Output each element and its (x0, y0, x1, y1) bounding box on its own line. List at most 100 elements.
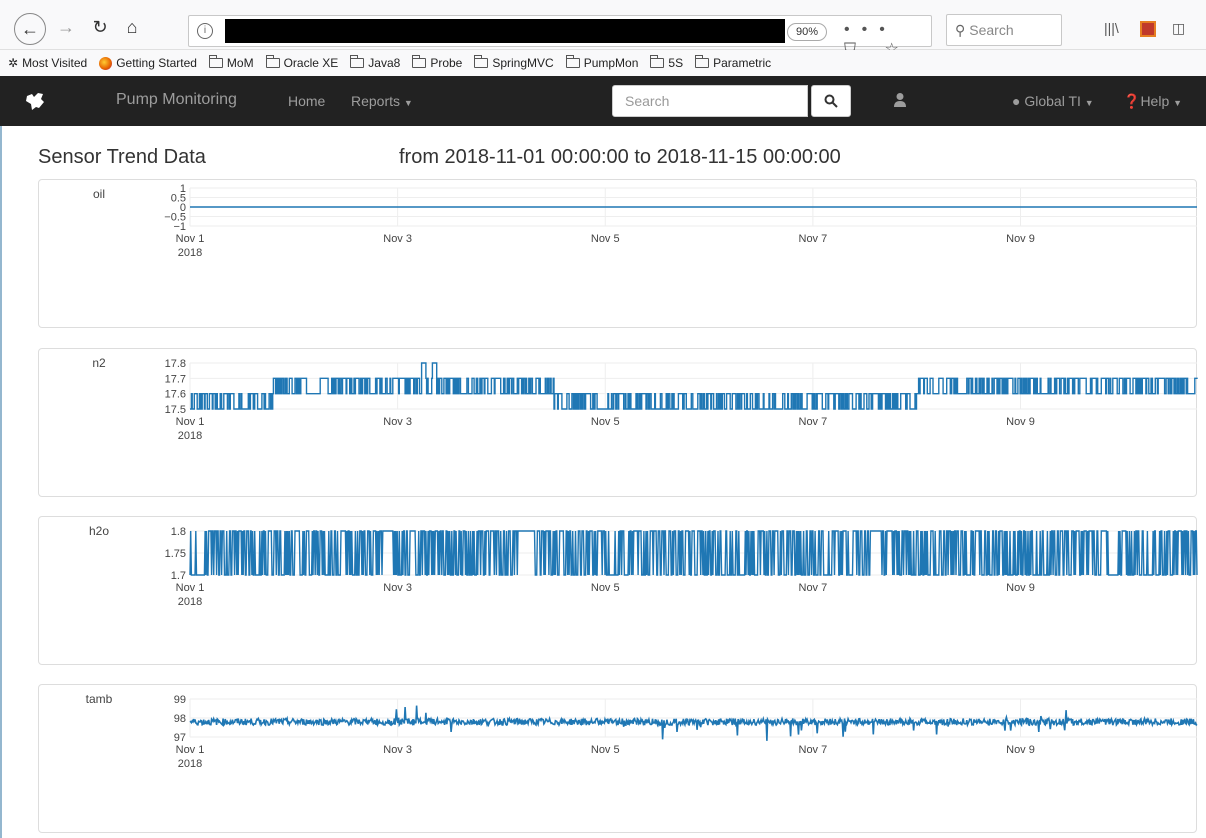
bookmark-java8[interactable]: Java8 (350, 55, 400, 70)
y-tick-label: 1.7 (171, 570, 186, 582)
x-tick-label: Nov 5 (591, 582, 620, 594)
bookmark-5s[interactable]: 5S (650, 55, 683, 70)
series-name: n2 (92, 356, 106, 370)
x-tick-label: Nov 1 (176, 416, 205, 428)
folder-icon (695, 55, 710, 68)
folder-icon (474, 55, 489, 68)
x-tick-label: Nov 1 (176, 582, 205, 594)
library-icon[interactable]: |||\ (1104, 20, 1119, 36)
h2o-chart[interactable]: h2o 1.8 1.75 1.7Nov 1 Nov 3 Nov 5 Nov 7 Nov 9 20… (39, 517, 1198, 666)
series-line-n2[interactable] (190, 362, 1198, 410)
bookmark-springmvc[interactable]: SpringMVC (474, 55, 554, 70)
x-tick-year: 2018 (178, 247, 202, 259)
x-tick-label: Nov 3 (383, 582, 412, 594)
x-tick-label: Nov 7 (799, 744, 828, 756)
y-tick-label: 17.7 (165, 373, 186, 385)
x-tick-label: Nov 9 (1006, 416, 1035, 428)
n2-chart[interactable]: n2 17.8 17.7 17.6 17.5Nov 1 Nov 3 Nov 5 Nov 7 No… (39, 349, 1198, 498)
series-name: h2o (89, 524, 109, 538)
nav-home-link[interactable]: Home (288, 93, 325, 109)
app-navbar: Pump Monitoring Home Reports ▼ Search ● … (0, 76, 1206, 126)
globe-icon: ● (1012, 93, 1021, 109)
tamb-chart[interactable]: tamb 99 98 97Nov 1 Nov 3 Nov 5 Nov 7 Nov 9 2018 (39, 685, 1198, 834)
browser-search-placeholder: Search (969, 22, 1014, 38)
extension-icon[interactable] (1140, 21, 1156, 37)
folder-icon (208, 55, 223, 68)
chart-panel-h2o: h2o 1.8 1.75 1.7 Nov 1 Nov 3 Nov 5 Nov 7 Nov 9 20… (38, 516, 1198, 666)
series-name: oil (93, 187, 105, 201)
home-icon: ⌂ (126, 16, 138, 37)
app-brand[interactable]: Pump Monitoring (116, 91, 237, 109)
search-icon: ⚲ (955, 22, 966, 38)
x-tick-label: Nov 9 (1006, 233, 1035, 245)
app-search-input[interactable]: Search (612, 85, 808, 117)
caret-down-icon: ▼ (1084, 98, 1094, 108)
x-tick-label: Nov 7 (799, 416, 828, 428)
arrow-left-icon: ← (21, 18, 39, 39)
series-name: tamb (86, 692, 113, 706)
bookmarks-bar: ✲ Most Visited Getting Started MoM Oracle… (0, 50, 1206, 76)
folder-icon (350, 55, 365, 68)
x-tick-label: Nov 7 (799, 233, 828, 245)
more-icon[interactable]: ••• (844, 21, 897, 38)
caret-down-icon: ▼ (1173, 98, 1183, 108)
bookmark-most-visited[interactable]: ✲ Most Visited (8, 56, 87, 70)
x-tick-label: Nov 9 (1006, 744, 1035, 756)
browser-toolbar: ← → ↻ ⌂ i 90% ••• ⛉ ☆ ⚲Search |||\ ◫ (0, 0, 1206, 58)
x-tick-label: Nov 5 (591, 233, 620, 245)
home-button[interactable]: ⌂ (118, 13, 146, 41)
y-tick-label: 1.75 (165, 548, 186, 560)
bookmark-getting-started[interactable]: Getting Started (99, 56, 197, 70)
x-tick-label: Nov 9 (1006, 582, 1035, 594)
nav-global-dropdown[interactable]: ● Global TI ▼ (1012, 93, 1094, 109)
x-tick-label: Nov 5 (591, 744, 620, 756)
bookmark-probe[interactable]: Probe (412, 55, 462, 70)
ti-logo-icon[interactable] (24, 90, 46, 112)
sidebar-icon[interactable]: ◫ (1172, 20, 1185, 37)
user-icon[interactable] (893, 92, 907, 108)
reload-button[interactable]: ↻ (86, 13, 114, 41)
browser-search-input[interactable]: ⚲ Search (946, 14, 1062, 46)
y-tick-label: 97 (174, 732, 186, 744)
page-title: Sensor Trend Data (38, 146, 206, 168)
nav-help-dropdown[interactable]: ❓Help ▼ (1123, 93, 1182, 110)
bookmark-mom[interactable]: MoM (208, 55, 254, 70)
oil-chart[interactable]: oil 10.50−0.5−1Nov 1 Nov 3 Nov 5 Nov 7 Nov 92… (39, 180, 1198, 329)
url-bar[interactable]: i 90% ••• ⛉ ☆ (188, 15, 932, 58)
info-icon[interactable]: i (197, 23, 213, 39)
x-tick-label: Nov 5 (591, 416, 620, 428)
x-tick-label: Nov 3 (383, 744, 412, 756)
bookmark-oracle-xe[interactable]: Oracle XE (265, 55, 338, 70)
y-tick-label: 17.5 (165, 404, 186, 416)
forward-button[interactable]: → (52, 13, 80, 41)
folder-icon (565, 55, 580, 68)
caret-down-icon: ▼ (403, 98, 413, 108)
x-tick-label: Nov 3 (383, 233, 412, 245)
y-tick-label: 17.8 (165, 358, 186, 370)
y-tick-label: −1 (173, 221, 186, 233)
nav-reports-dropdown[interactable]: Reports ▼ (351, 93, 413, 109)
firefox-icon (99, 56, 113, 70)
folder-icon (265, 55, 280, 68)
gear-icon: ✲ (8, 56, 19, 70)
folder-icon (650, 55, 665, 68)
bookmark-parametric[interactable]: Parametric (695, 55, 771, 70)
x-tick-label: Nov 1 (176, 744, 205, 756)
chart-panel-n2: n2 17.8 17.7 17.6 17.5 Nov 1 Nov 3 Nov 5 Nov 7 No… (38, 348, 1198, 498)
back-button[interactable]: ← (14, 13, 46, 45)
x-tick-year: 2018 (178, 430, 202, 442)
redacted-url (225, 19, 785, 43)
x-tick-label: Nov 3 (383, 416, 412, 428)
bookmark-pumpmon[interactable]: PumpMon (565, 55, 638, 70)
y-tick-label: 99 (174, 694, 186, 706)
x-tick-year: 2018 (178, 596, 202, 608)
series-line-tamb[interactable] (189, 705, 1198, 741)
arrow-right-icon: → (57, 16, 75, 37)
x-tick-label: Nov 1 (176, 233, 205, 245)
chart-panel-oil: oil 1 0.5 0 −0.5 −1 Nov 1 Nov 3 Nov 5 Nov 7 Nov 92… (38, 179, 1197, 328)
search-icon (824, 94, 838, 108)
zoom-badge[interactable]: 90% (787, 23, 828, 41)
app-search-button[interactable] (811, 85, 851, 117)
x-tick-label: Nov 7 (799, 582, 828, 594)
y-tick-label: 98 (174, 713, 186, 725)
